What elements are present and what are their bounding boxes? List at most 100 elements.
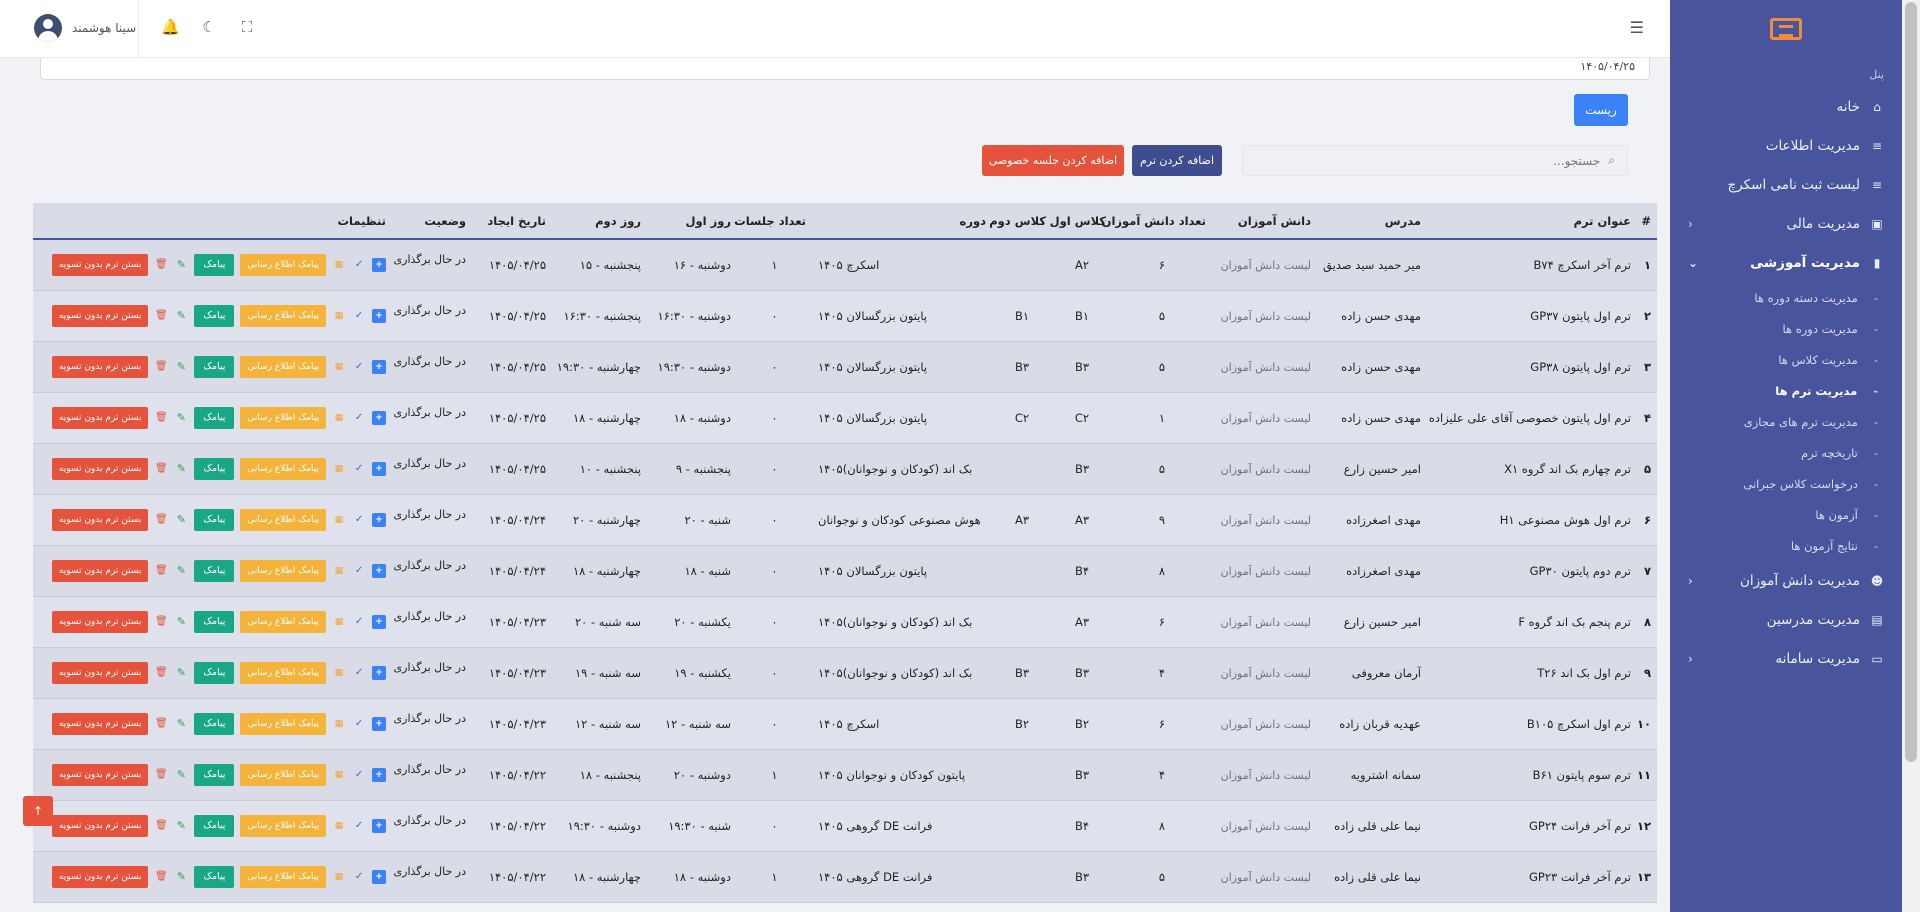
calendar-icon[interactable]: ▦ [332,513,346,527]
students-list-link[interactable]: لیست دانش آموزان [1221,616,1311,629]
sidebar-item[interactable]: ⌂ خانه [1670,87,1902,126]
sidebar-item[interactable]: ▤ مدیریت مدرسین [1670,600,1902,639]
students-list-link[interactable]: لیست دانش آموزان [1221,565,1311,578]
sms-button[interactable]: پیامک [194,661,235,684]
check-icon[interactable]: ✓ [352,819,366,833]
students-list-link[interactable]: لیست دانش آموزان [1221,514,1311,527]
sidebar-subitem[interactable]: - نتایج آزمون ها [1670,530,1902,561]
edit-icon[interactable]: ✎ [174,411,188,425]
sms-info-button[interactable]: پیامک اطلاع رسانی [240,508,326,531]
edit-icon[interactable]: ✎ [174,309,188,323]
sidebar-item[interactable]: ▮ مدیریت آموزشی ⌄ [1670,243,1902,282]
search-input[interactable] [1270,153,1601,168]
table-row[interactable]: ۱۲ ترم آخر فرانت GP۲۴ نیما علی قلی زاده لیس… [33,800,1657,851]
check-icon[interactable]: ✓ [352,513,366,527]
sms-button[interactable]: پیامک [194,865,235,888]
calendar-icon[interactable]: ▦ [332,819,346,833]
sms-button[interactable]: پیامک [194,610,235,633]
sms-button[interactable]: پیامک [194,304,235,327]
sms-info-button[interactable]: پیامک اطلاع رسانی [240,457,326,480]
menu-icon[interactable]: ☰ [1626,18,1644,37]
sidebar-item[interactable]: ▣ مدیریت مالی ‹ [1670,204,1902,243]
edit-icon[interactable]: ✎ [174,768,188,782]
add-icon[interactable]: + [372,461,386,476]
close-term-button[interactable]: بستن ترم بدون تسویه [51,814,149,837]
calendar-icon[interactable]: ▦ [332,564,346,578]
edit-icon[interactable]: ✎ [174,258,188,272]
sidebar-subitem[interactable]: - آزمون ها [1670,499,1902,530]
add-icon[interactable]: + [372,410,386,425]
students-list-link[interactable]: لیست دانش آموزان [1221,820,1311,833]
students-list-link[interactable]: لیست دانش آموزان [1221,769,1311,782]
sms-button[interactable]: پیامک [194,814,235,837]
sms-button[interactable]: پیامک [194,457,235,480]
date-filter-value[interactable]: ۱۴۰۵/۰۴/۲۵ [40,58,1650,80]
check-icon[interactable]: ✓ [352,564,366,578]
add-icon[interactable]: + [372,359,386,374]
add-icon[interactable]: + [372,563,386,578]
table-row[interactable]: ۱۳ ترم آخر فرانت GP۲۳ نیما علی قلی زاده لیس… [33,851,1657,902]
sms-button[interactable]: پیامک [194,712,235,735]
table-row[interactable]: ۷ ترم دوم پایتون GP۳۰ مهدی اصغرزاده لیست دا… [33,545,1657,596]
calendar-icon[interactable]: ▦ [332,258,346,272]
add-icon[interactable]: + [372,257,386,272]
students-list-link[interactable]: لیست دانش آموزان [1221,259,1311,272]
close-term-button[interactable]: بستن ترم بدون تسویه [51,304,149,327]
add-icon[interactable]: + [372,308,386,323]
students-list-link[interactable]: لیست دانش آموزان [1221,718,1311,731]
check-icon[interactable]: ✓ [352,717,366,731]
sms-info-button[interactable]: پیامک اطلاع رسانی [240,355,326,378]
edit-icon[interactable]: ✎ [174,717,188,731]
add-icon[interactable]: + [372,665,386,680]
moon-icon[interactable]: ☾ [200,18,218,36]
calendar-icon[interactable]: ▦ [332,768,346,782]
sidebar-item[interactable]: ≡ لیست ثبت نامی اسکرچ [1670,165,1902,204]
add-private-session-button[interactable]: اضافه کردن جلسه خصوصی [982,145,1124,176]
sidebar-item[interactable]: ☻ مدیریت دانش آموزان ‹ [1670,561,1902,600]
sidebar-item[interactable]: ▭ مدیریت سامانه ‹ [1670,639,1902,678]
trash-icon[interactable]: 🗑 [154,564,168,578]
table-row[interactable]: ۶ ترم اول هوش مصنوعی H۱ مهدی اصغرزاده لیست … [33,494,1657,545]
logo[interactable] [1670,0,1902,58]
table-row[interactable]: ۵ ترم چهارم بک اند گروه X۱ امیر حسین زارع ل… [33,443,1657,494]
add-term-button[interactable]: اضافه کردن ترم [1132,145,1222,176]
close-term-button[interactable]: بستن ترم بدون تسویه [51,508,149,531]
trash-icon[interactable]: 🗑 [154,411,168,425]
sms-button[interactable]: پیامک [194,508,235,531]
students-list-link[interactable]: لیست دانش آموزان [1221,463,1311,476]
fullscreen-icon[interactable]: ⛶ [238,18,256,36]
close-term-button[interactable]: بستن ترم بدون تسویه [51,253,149,276]
calendar-icon[interactable]: ▦ [332,309,346,323]
edit-icon[interactable]: ✎ [174,513,188,527]
sidebar-subitem[interactable]: - مدیریت ترم ها [1670,375,1902,406]
close-term-button[interactable]: بستن ترم بدون تسویه [51,661,149,684]
table-row[interactable]: ۸ ترم پنجم بک اند گروه F امیر حسین زارع لیس… [33,596,1657,647]
check-icon[interactable]: ✓ [352,309,366,323]
trash-icon[interactable]: 🗑 [154,258,168,272]
add-icon[interactable]: + [372,818,386,833]
sms-info-button[interactable]: پیامک اطلاع رسانی [240,712,326,735]
sidebar-item[interactable]: ≡ مدیریت اطلاعات [1670,126,1902,165]
table-row[interactable]: ۳ ترم اول پایتون GP۳۸ مهدی حسن زاده لیست دا… [33,341,1657,392]
close-term-button[interactable]: بستن ترم بدون تسویه [51,406,149,429]
add-icon[interactable]: + [372,716,386,731]
table-row[interactable]: ۱ ترم آخر اسکرچ B۷۴ میر حمید سید صدیق لیست … [33,239,1657,290]
sidebar-subitem[interactable]: - مدیریت دوره ها [1670,313,1902,344]
close-term-button[interactable]: بستن ترم بدون تسویه [51,457,149,480]
close-term-button[interactable]: بستن ترم بدون تسویه [51,865,149,888]
trash-icon[interactable]: 🗑 [154,309,168,323]
trash-icon[interactable]: 🗑 [154,615,168,629]
table-row[interactable]: ۹ ترم اول بک اند T۲۶ آرمان معروفی لیست دانش… [33,647,1657,698]
sidebar-subitem[interactable]: - مدیریت دسته دوره ها [1670,282,1902,313]
reset-button[interactable]: ریست [1574,94,1628,126]
close-term-button[interactable]: بستن ترم بدون تسویه [51,712,149,735]
calendar-icon[interactable]: ▦ [332,462,346,476]
sidebar-subitem[interactable]: - مدیریت کلاس ها [1670,344,1902,375]
check-icon[interactable]: ✓ [352,870,366,884]
table-row[interactable]: ۲ ترم اول پایتون GP۳۷ مهدی حسن زاده لیست دا… [33,290,1657,341]
bell-icon[interactable]: 🔔 [161,18,180,36]
check-icon[interactable]: ✓ [352,666,366,680]
edit-icon[interactable]: ✎ [174,360,188,374]
add-icon[interactable]: + [372,767,386,782]
close-term-button[interactable]: بستن ترم بدون تسویه [51,763,149,786]
